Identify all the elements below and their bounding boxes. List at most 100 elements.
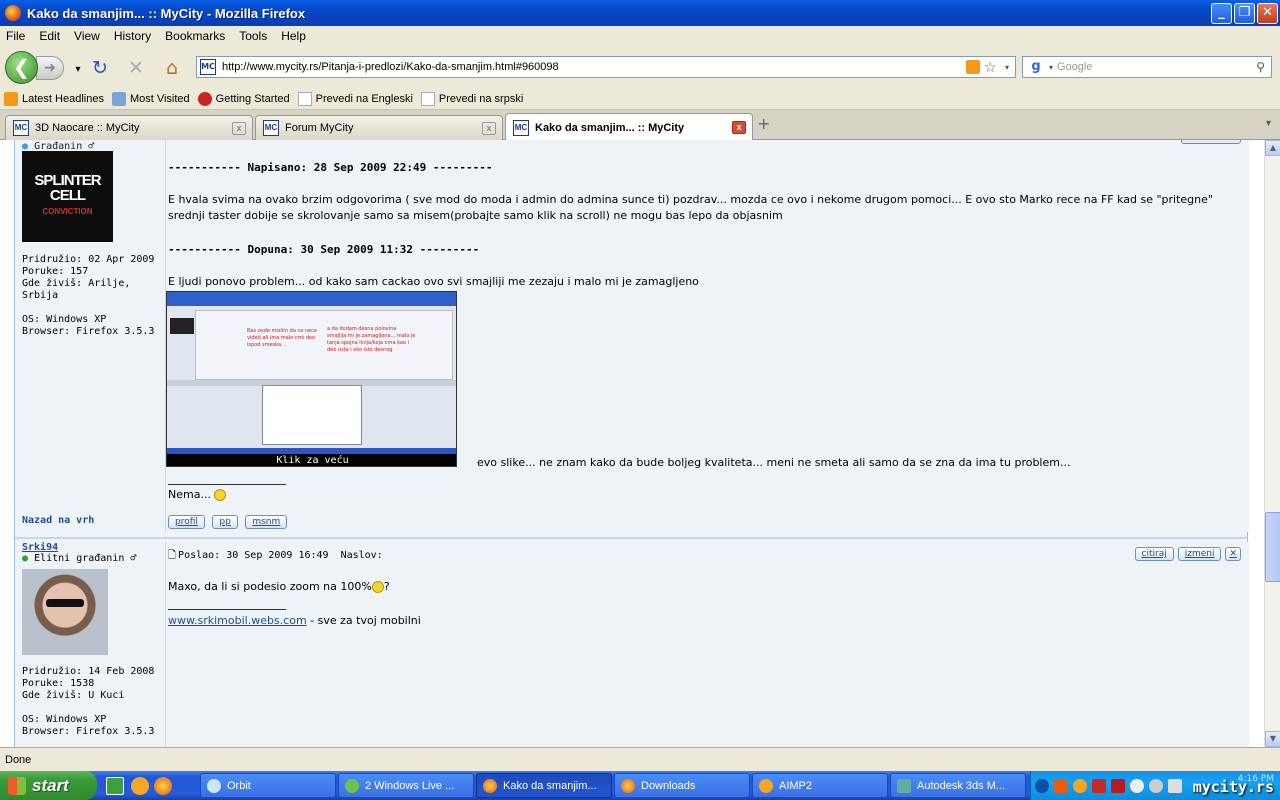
close-button[interactable]: ✕ (1257, 3, 1278, 24)
bookmark-getting-started[interactable]: Getting Started (197, 91, 290, 106)
profile-button[interactable]: profil (168, 515, 205, 529)
menu-help[interactable]: Help (281, 29, 306, 43)
tray-antivirus-icon[interactable] (1092, 778, 1106, 793)
url-dropdown-icon[interactable]: ▾ (1005, 63, 1009, 72)
tab-close-icon[interactable]: x (732, 121, 746, 134)
bookmark-star-icon[interactable]: ☆ (984, 58, 997, 76)
signature-link[interactable]: www.srkimobil.webs.com (168, 614, 307, 627)
scroll-down-icon[interactable]: ▼ (1265, 731, 1280, 747)
menu-view[interactable]: View (74, 29, 100, 43)
menu-bar: File Edit View History Bookmarks Tools H… (0, 26, 1280, 46)
scroll-thumb[interactable] (1265, 512, 1280, 582)
magnifier-icon[interactable]: ⚲ (1256, 60, 1265, 74)
post1-signature: Nema... (168, 488, 226, 501)
post1-addition-header: ----------- Dopuna: 30 Sep 2009 11:32 --… (168, 243, 480, 256)
search-box[interactable]: g ▾ Google ⚲ (1022, 56, 1272, 78)
tab-kako-da-smanjim[interactable]: MC Kako da smanjim... :: MyCity x (505, 113, 753, 141)
bookmark-prevedi-engleski[interactable]: Prevedi na Engleski (297, 91, 413, 106)
bookmark-most-visited[interactable]: Most Visited (111, 91, 190, 106)
tab-list-dropdown-icon[interactable]: ▾ (1266, 118, 1271, 129)
menu-file[interactable]: File (6, 29, 25, 43)
taskbar-3dsmax[interactable]: Autodesk 3ds M... (890, 773, 1026, 798)
taskbar-windows-live[interactable]: 2 Windows Live ... (338, 773, 474, 798)
post1-partial-button[interactable] (1181, 140, 1241, 144)
taskbar-firefox-active[interactable]: Kako da smanjim... (476, 773, 612, 798)
back-to-top-link[interactable]: Nazad na vrh (22, 515, 94, 526)
firefox-quicklaunch-icon[interactable] (154, 777, 172, 795)
vertical-scrollbar[interactable]: ▲ ▼ (1264, 140, 1280, 747)
rss-icon[interactable] (965, 60, 980, 74)
taskbar-orbit[interactable]: Orbit (200, 773, 336, 798)
post2-username[interactable]: Srki94 (22, 542, 163, 553)
quote-button[interactable]: citiraj (1134, 547, 1174, 561)
tray-aimp-icon[interactable] (1073, 778, 1087, 793)
menu-history[interactable]: History (114, 29, 151, 43)
minimize-button[interactable]: _ (1211, 3, 1232, 24)
site-favicon: MC (200, 59, 216, 75)
image-dialog (262, 385, 362, 445)
new-tab-icon[interactable]: + (757, 114, 770, 133)
menu-bookmarks[interactable]: Bookmarks (165, 29, 225, 43)
tab-close-icon[interactable]: x (482, 121, 496, 135)
image-avatar (170, 318, 194, 334)
menu-tools[interactable]: Tools (239, 29, 267, 43)
taskbar-aimp2[interactable]: AIMP2 (752, 773, 888, 798)
quicklaunch-icon[interactable] (106, 777, 124, 795)
tray-shield-icon[interactable] (1111, 778, 1125, 793)
edit-button[interactable]: izmeni (1177, 547, 1222, 561)
post2-body: 🗋 Poslao: 30 Sep 2009 16:49 Naslov: citi… (165, 542, 1249, 747)
tray-expand-icon[interactable] (1035, 778, 1049, 793)
scroll-up-icon[interactable]: ▲ (1265, 140, 1280, 156)
bookmark-latest-headlines[interactable]: Latest Headlines (4, 91, 104, 106)
tab-3d-naocare[interactable]: MC 3D Naocare :: MyCity x (5, 115, 253, 140)
tray-volume-icon[interactable] (1168, 778, 1182, 793)
post2-avatar (22, 569, 108, 655)
menu-edit[interactable]: Edit (39, 29, 60, 43)
sunglasses-icon (46, 599, 84, 607)
windows-logo-icon (8, 776, 26, 795)
url-bar[interactable]: MC http://www.mycity.rs/Pitanja-i-predlo… (196, 56, 1016, 78)
post1-text1: E hvala svima na ovako brzim odgovorima … (168, 193, 1213, 222)
forward-button[interactable]: ➜ (36, 56, 64, 80)
signature-divider (168, 484, 286, 485)
status-text: Done (5, 754, 32, 766)
taskbar: start Orbit 2 Windows Live ... Kako da s… (0, 771, 1280, 800)
start-button[interactable]: start (0, 771, 97, 800)
tab-forum-mycity[interactable]: MC Forum MyCity x (255, 115, 503, 140)
post1-image[interactable]: Bas ovde mislim da ce nece videti ali im… (166, 291, 457, 467)
tab-close-icon[interactable]: x (232, 121, 246, 135)
pm-button[interactable]: pp (212, 515, 238, 529)
tray-network-icon[interactable] (1130, 778, 1144, 793)
msnm-button[interactable]: msnm (245, 515, 288, 529)
post2-text: Maxo, da li si podesio zoom na 100% ? (168, 580, 390, 593)
delete-icon[interactable]: ✕ (1225, 547, 1241, 561)
post2-profile: Srki94 ● Elitni građanin ♂ Pridružio: 14… (15, 542, 163, 747)
stop-icon[interactable]: ✕ (124, 56, 148, 80)
post1-text2: E ljudi ponovo problem... od kako sam ca… (168, 275, 699, 288)
google-icon[interactable]: g (1027, 59, 1045, 75)
page-content: ● Građanin ♂ SPLINTER CELL CONVICTION Pr… (0, 140, 1264, 747)
url-text[interactable]: http://www.mycity.rs/Pitanja-i-predlozi/… (222, 61, 966, 73)
back-button[interactable]: ❮ (5, 51, 38, 84)
history-dropdown-icon[interactable]: ▾ (66, 58, 90, 82)
folder-icon (111, 91, 126, 106)
tray-icon[interactable] (1054, 778, 1068, 793)
post2-signature: www.srkimobil.webs.com - sve za tvoj mob… (168, 614, 421, 627)
taskbar-downloads[interactable]: Downloads (614, 773, 750, 798)
post2-rank: ● Elitni građanin ♂ (22, 553, 137, 564)
image-note-2: a da dodam desna polovina smajlija mi je… (327, 326, 416, 353)
clock[interactable]: 4:16 PM (1238, 774, 1274, 784)
aimp-icon (759, 778, 773, 793)
orbit-icon (207, 778, 221, 793)
aimp-quicklaunch-icon[interactable] (131, 777, 149, 795)
reload-icon[interactable]: ↻ (88, 56, 112, 80)
image-caption[interactable]: Klik za veću (167, 454, 456, 466)
search-placeholder[interactable]: Google (1053, 61, 1256, 73)
title-bar: Kako da smanjim... :: MyCity - Mozilla F… (0, 0, 1280, 26)
post-icon: 🗋 (168, 550, 177, 561)
tray-icon-2[interactable] (1149, 778, 1163, 793)
maximize-button[interactable]: ❐ (1234, 3, 1255, 24)
bookmark-prevedi-srpski[interactable]: Prevedi na srpski (420, 91, 523, 106)
page-icon (297, 91, 312, 106)
home-icon[interactable]: ⌂ (160, 56, 184, 80)
